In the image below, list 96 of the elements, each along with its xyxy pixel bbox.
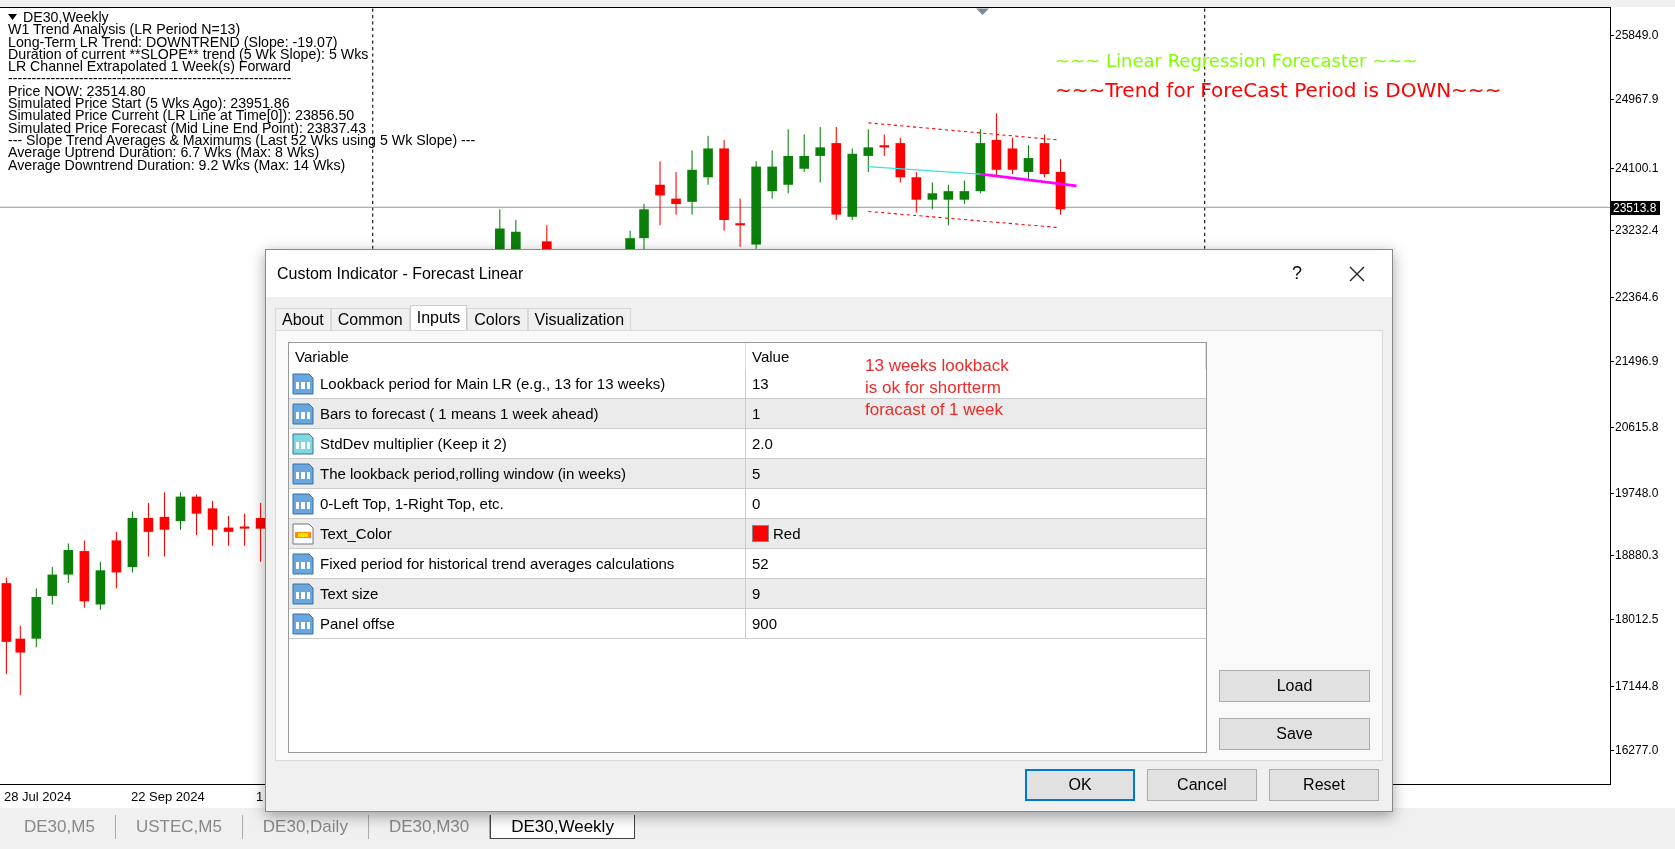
close-icon[interactable] — [1349, 265, 1365, 282]
candle — [943, 184, 954, 226]
info-line: Simulated Price Start (5 Wks Ago): 23951.86 — [8, 97, 290, 110]
candle — [223, 515, 234, 547]
variable-value[interactable]: 5 — [752, 465, 761, 482]
dialog-tab[interactable]: Common — [330, 308, 410, 330]
current-price-label: 23513.8 — [1611, 201, 1661, 215]
candle — [47, 566, 58, 605]
candle — [959, 179, 970, 205]
candle — [799, 134, 809, 173]
candle — [735, 198, 745, 248]
candle — [895, 137, 906, 184]
candle — [671, 171, 681, 216]
candle — [703, 135, 713, 186]
variable-value[interactable]: Red — [773, 525, 801, 542]
candle — [127, 511, 138, 573]
file-button[interactable]: Load — [1219, 670, 1370, 702]
integer-icon — [291, 401, 315, 426]
integer-icon — [291, 491, 315, 516]
variable-name: Lookback period for Main LR (e.g., 13 for 13 weeks) — [320, 375, 666, 392]
color-swatch[interactable] — [752, 525, 769, 542]
variable-name: 0-Left Top, 1-Right Top, etc. — [320, 495, 504, 512]
integer-icon — [291, 461, 315, 486]
candle — [1055, 158, 1066, 216]
candle — [255, 502, 266, 563]
shift-marker-icon[interactable] — [976, 8, 989, 15]
date-label: 1 — [256, 789, 264, 804]
candle — [1007, 137, 1018, 175]
info-line: Price NOW: 23514.80 — [8, 84, 146, 98]
variable-value[interactable]: 52 — [752, 555, 769, 572]
candle — [991, 112, 1002, 178]
dialog-tab[interactable]: Colors — [467, 308, 528, 330]
candle — [143, 502, 154, 557]
info-line: Average Uptrend Duration: 6.7 Wks (Max: 8 Wks) — [8, 146, 320, 159]
variable-name: StdDev multiplier (Keep it 2) — [320, 435, 507, 452]
candle — [1039, 134, 1050, 178]
candle — [927, 182, 938, 210]
integer-icon — [291, 581, 315, 606]
dialog-tab[interactable]: Visualization — [527, 308, 632, 330]
chart-tab[interactable]: DE30,Weekly — [490, 815, 635, 839]
variable-name: The lookback period,rolling window (in weeks) — [320, 465, 626, 482]
candle — [975, 128, 986, 194]
integer-icon — [291, 611, 315, 636]
variable-name: Text_Color — [320, 525, 392, 542]
variable-value[interactable]: 900 — [752, 615, 778, 632]
candle — [15, 625, 26, 696]
candle — [63, 543, 74, 584]
candle — [863, 128, 874, 173]
candle — [239, 513, 250, 547]
candle — [207, 500, 218, 547]
variable-value[interactable]: 13 — [752, 375, 769, 392]
file-button[interactable]: Save — [1219, 718, 1370, 750]
date-label: 22 Sep 2024 — [131, 789, 205, 804]
candle — [783, 128, 793, 194]
collapse-icon[interactable] — [8, 14, 17, 21]
variable-name: Text size — [320, 585, 379, 602]
palette-icon — [291, 521, 315, 546]
variable-name: Panel offse — [320, 615, 395, 632]
candle — [815, 126, 826, 184]
candle — [687, 150, 697, 216]
candle — [95, 561, 106, 611]
dialog-tab[interactable]: Inputs — [409, 305, 468, 330]
dialog-button[interactable]: OK — [1025, 769, 1135, 801]
dialog-button[interactable]: Cancel — [1147, 769, 1257, 801]
annotation-note: 13 weeks lookback is ok for shortterm foracast of 1 week — [865, 355, 1009, 421]
variable-value[interactable]: 0 — [752, 495, 761, 512]
dialog-button[interactable]: Reset — [1269, 769, 1379, 801]
candle — [767, 150, 777, 200]
candle — [655, 160, 665, 226]
column-header: Variable — [289, 343, 746, 369]
candle — [175, 491, 186, 531]
candle — [911, 171, 922, 214]
variable-value[interactable]: 9 — [752, 585, 761, 602]
candle — [1023, 144, 1034, 181]
date-label: 28 Jul 2024 — [4, 789, 72, 804]
candle — [191, 493, 202, 536]
candle — [31, 587, 42, 648]
symbol-title: DE30,Weekly — [23, 11, 109, 24]
indicator-headline: ~~~ Linear Regression Forecaster ~~~ — [1055, 50, 1418, 71]
candle — [879, 134, 890, 157]
variable-value[interactable]: 1 — [752, 405, 761, 422]
integer-icon — [291, 371, 315, 396]
variable-value[interactable]: 2.0 — [752, 435, 773, 452]
candle — [111, 531, 122, 589]
integer-icon — [291, 551, 315, 576]
variable-name: Bars to forecast ( 1 means 1 week ahead) — [320, 405, 599, 422]
trend-message: ~~~Trend for ForeCast Period is DOWN~~~ — [1055, 78, 1502, 102]
info-line: LR Channel Extrapolated 1 Week(s) Forward — [8, 60, 291, 73]
fraction-icon — [291, 431, 315, 456]
help-button[interactable]: ? — [1272, 263, 1322, 284]
variable-name: Fixed period for historical trend averages calculations — [320, 555, 675, 572]
candle — [159, 491, 170, 557]
dialog-title: Custom Indicator - Forecast Linear — [277, 264, 525, 283]
info-line: W1 Trend Analysis (LR Period N=13) — [8, 23, 241, 36]
dialog-tab[interactable]: About — [275, 308, 331, 330]
candle — [79, 539, 90, 609]
